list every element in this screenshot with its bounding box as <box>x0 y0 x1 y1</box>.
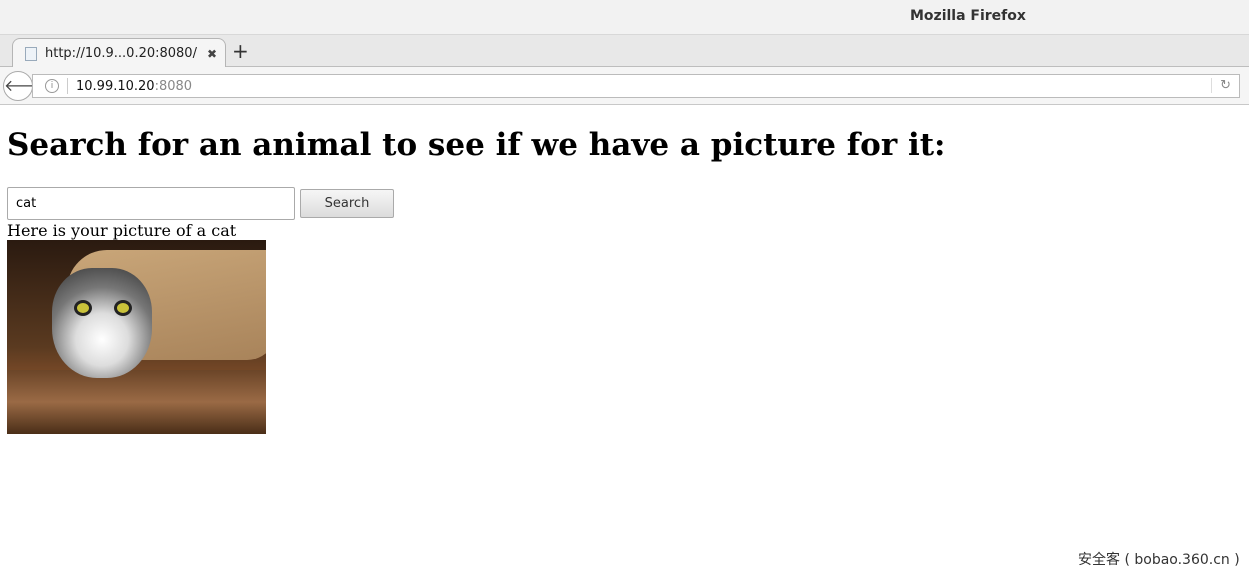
tab-label: http://10.9...0.20:8080/ <box>45 46 197 61</box>
title-bar: Mozilla Firefox <box>0 0 1249 35</box>
url-port: :8080 <box>154 78 193 94</box>
nav-bar: 🡐 i 10.99.10.20:8080 ↻ <box>0 67 1249 105</box>
page-icon <box>25 46 37 61</box>
back-button[interactable]: 🡐 <box>3 71 47 101</box>
search-form: Search <box>7 187 1242 220</box>
watermark: 安全客 ( bobao.360.cn ) <box>1078 552 1240 568</box>
search-button[interactable]: Search <box>300 189 394 218</box>
search-input[interactable] <box>7 187 295 220</box>
cat-eye <box>114 300 132 316</box>
reload-icon[interactable]: ↻ <box>1211 78 1231 93</box>
new-tab-button[interactable]: + <box>232 39 249 63</box>
url-bar[interactable]: i 10.99.10.20:8080 ↻ <box>32 74 1240 98</box>
cat-face <box>52 268 152 378</box>
window-title: Mozilla Firefox <box>910 8 1026 24</box>
result-text: Here is your picture of a cat <box>7 221 237 240</box>
info-icon[interactable]: i <box>45 79 59 93</box>
url-host: 10.99.10.20 <box>76 78 155 94</box>
cat-eye <box>74 300 92 316</box>
page-heading: Search for an animal to see if we have a… <box>7 127 946 163</box>
tab-bar: http://10.9...0.20:8080/ ✖ + <box>0 35 1249 68</box>
divider <box>67 78 68 94</box>
cat-image <box>7 240 266 434</box>
floor <box>7 370 266 434</box>
tab-active[interactable]: http://10.9...0.20:8080/ ✖ <box>12 38 226 68</box>
close-icon[interactable]: ✖ <box>207 47 217 61</box>
page-content: Search for an animal to see if we have a… <box>0 127 1249 434</box>
